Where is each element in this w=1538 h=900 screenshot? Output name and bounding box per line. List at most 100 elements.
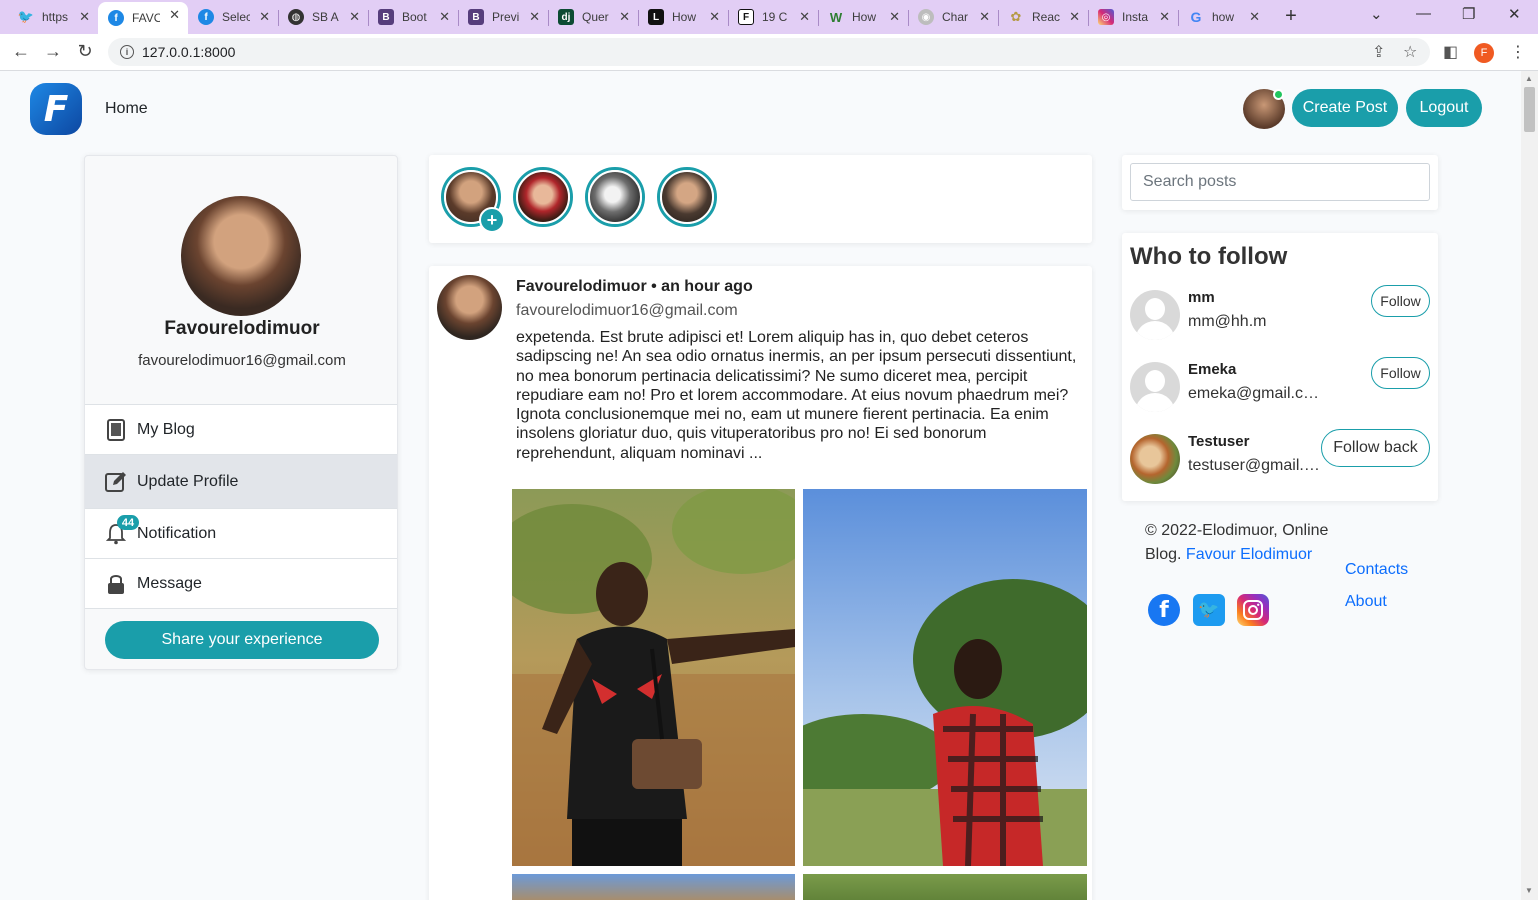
footer-about-link[interactable]: About xyxy=(1345,593,1387,611)
follow-back-button[interactable]: Follow back xyxy=(1321,429,1430,467)
footer-copyright: © 2022-Elodimuor, Online Blog. Favour El… xyxy=(1145,522,1329,563)
close-tab-icon[interactable]: ✕ xyxy=(619,9,630,25)
create-post-button[interactable]: Create Post xyxy=(1292,89,1398,127)
globe-icon: ◍ xyxy=(288,9,304,25)
browser-tab-strip: 🐦 https ✕ f FAVO ✕ f Selec ✕ ◍ SB A ✕ B … xyxy=(0,0,1538,34)
footer-contacts-link[interactable]: Contacts xyxy=(1345,561,1408,579)
browser-tab[interactable]: ◎ Insta ✕ xyxy=(1088,4,1179,30)
follow-user-name[interactable]: mm xyxy=(1188,289,1215,306)
menu-item-my-blog[interactable]: My Blog xyxy=(85,405,397,455)
browser-tab[interactable]: F 19 C ✕ xyxy=(728,4,819,30)
browser-profile-avatar[interactable]: F xyxy=(1474,43,1494,63)
reload-icon[interactable]: ↻ xyxy=(74,41,96,62)
close-tab-icon[interactable]: ✕ xyxy=(169,7,180,23)
twitter-icon[interactable]: 🐦 xyxy=(1193,594,1225,626)
follow-button[interactable]: Follow xyxy=(1371,285,1430,317)
instagram-icon[interactable] xyxy=(1237,594,1269,626)
tab-search-icon[interactable]: ⌄ xyxy=(1370,5,1383,23)
menu-item-update-profile[interactable]: Update Profile xyxy=(85,455,397,509)
site-logo[interactable]: F xyxy=(30,83,82,135)
story-avatar[interactable] xyxy=(513,167,573,227)
restore-icon[interactable]: ❐ xyxy=(1462,5,1475,23)
letter-l-icon: L xyxy=(648,9,664,25)
close-tab-icon[interactable]: ✕ xyxy=(1069,9,1080,25)
close-tab-icon[interactable]: ✕ xyxy=(799,9,810,25)
menu-item-notification[interactable]: 44 Notification xyxy=(85,509,397,559)
close-tab-icon[interactable]: ✕ xyxy=(259,9,270,25)
follow-button[interactable]: Follow xyxy=(1371,357,1430,389)
browser-tab[interactable]: dj Quer ✕ xyxy=(548,4,639,30)
scroll-down-icon[interactable]: ▼ xyxy=(1525,886,1533,895)
search-input[interactable] xyxy=(1130,163,1430,201)
story-avatar[interactable] xyxy=(657,167,717,227)
site-info-icon[interactable]: i xyxy=(120,45,134,59)
post-image[interactable] xyxy=(512,489,795,866)
browser-tab[interactable]: B Previ ✕ xyxy=(458,4,549,30)
browser-tab[interactable]: B Boot ✕ xyxy=(368,4,459,30)
browser-tab[interactable]: L How ✕ xyxy=(638,4,729,30)
profile-menu: My Blog Update Profile 44 Notification M… xyxy=(85,404,397,609)
default-avatar[interactable] xyxy=(1130,290,1180,340)
close-tab-icon[interactable]: ✕ xyxy=(889,9,900,25)
share-experience-button[interactable]: Share your experience xyxy=(105,621,379,659)
post-image[interactable] xyxy=(512,874,795,900)
post-author-avatar[interactable] xyxy=(437,275,502,340)
post-body-text: expetenda. Est brute adipisci et! Lorem … xyxy=(516,329,1077,462)
browser-tab[interactable]: W How ✕ xyxy=(818,4,909,30)
footer-author-link[interactable]: Favour Elodimuor xyxy=(1186,546,1312,563)
logout-button[interactable]: Logout xyxy=(1406,89,1482,127)
nav-home-link[interactable]: Home xyxy=(105,100,148,118)
browser-tab[interactable]: G how ✕ xyxy=(1178,4,1268,30)
new-tab-button[interactable]: + xyxy=(1280,5,1302,28)
forward-icon[interactable]: → xyxy=(42,41,64,62)
browser-tab[interactable]: f Selec ✕ xyxy=(188,4,279,30)
close-tab-icon[interactable]: ✕ xyxy=(529,9,540,25)
close-tab-icon[interactable]: ✕ xyxy=(79,9,90,25)
side-panel-icon[interactable]: ◧ xyxy=(1443,42,1458,62)
github-icon: ◉ xyxy=(918,9,934,25)
add-story-icon[interactable]: + xyxy=(479,207,505,233)
flower-icon: ✿ xyxy=(1010,9,1022,24)
bookmark-star-icon[interactable]: ☆ xyxy=(1403,42,1417,62)
menu-item-message[interactable]: Message xyxy=(85,559,397,609)
close-tab-icon[interactable]: ✕ xyxy=(1249,9,1260,25)
follow-suggestion: Emeka emeka@gmail.cdom Follow xyxy=(1130,357,1430,417)
post-author-line[interactable]: Favourelodimuor • an hour ago xyxy=(516,278,753,296)
story-avatar[interactable] xyxy=(585,167,645,227)
back-icon[interactable]: ← xyxy=(10,41,32,62)
browser-tab[interactable]: ✿ Reac ✕ xyxy=(998,4,1089,30)
minimize-icon[interactable]: — xyxy=(1416,5,1431,22)
scroll-thumb[interactable] xyxy=(1524,87,1535,132)
browser-tab[interactable]: ◍ SB A ✕ xyxy=(278,4,369,30)
follow-suggestion: Testuser testuser@gmail.com Follow back xyxy=(1130,429,1430,489)
close-tab-icon[interactable]: ✕ xyxy=(709,9,720,25)
browser-tab[interactable]: 🐦 https ✕ xyxy=(8,4,99,30)
user-avatar-food[interactable] xyxy=(1130,434,1180,484)
search-card xyxy=(1122,155,1438,210)
close-tab-icon[interactable]: ✕ xyxy=(439,9,450,25)
post-image[interactable] xyxy=(803,489,1087,866)
close-tab-icon[interactable]: ✕ xyxy=(1159,9,1170,25)
share-icon[interactable]: ⇪ xyxy=(1372,42,1385,62)
close-tab-icon[interactable]: ✕ xyxy=(979,9,990,25)
django-icon: dj xyxy=(558,9,574,25)
page-scrollbar[interactable]: ▲ ▼ xyxy=(1521,71,1538,900)
default-avatar[interactable] xyxy=(1130,362,1180,412)
browser-tab-active[interactable]: f FAVO ✕ xyxy=(98,2,188,34)
post-image[interactable] xyxy=(803,874,1087,900)
follow-user-name[interactable]: Emeka xyxy=(1188,361,1236,378)
scroll-up-icon[interactable]: ▲ xyxy=(1525,74,1533,83)
site-logo-icon: f xyxy=(198,9,214,25)
stories-bar xyxy=(429,155,1092,243)
close-tab-icon[interactable]: ✕ xyxy=(349,9,360,25)
letter-f-icon: F xyxy=(738,9,754,25)
url-field[interactable]: i 127.0.0.1:8000 xyxy=(108,38,1430,66)
browser-tab[interactable]: ◉ Char ✕ xyxy=(908,4,999,30)
facebook-icon[interactable]: f xyxy=(1148,594,1180,626)
browser-menu-icon[interactable]: ⋮ xyxy=(1510,42,1526,62)
close-window-icon[interactable]: ✕ xyxy=(1508,5,1521,23)
bootstrap-icon: B xyxy=(378,9,394,25)
post-card: Favourelodimuor • an hour ago favourelod… xyxy=(429,266,1092,900)
follow-user-name[interactable]: Testuser xyxy=(1188,433,1249,450)
address-bar: ← → ↻ i 127.0.0.1:8000 ⇪ ☆ ◧ F ⋮ xyxy=(0,34,1538,71)
